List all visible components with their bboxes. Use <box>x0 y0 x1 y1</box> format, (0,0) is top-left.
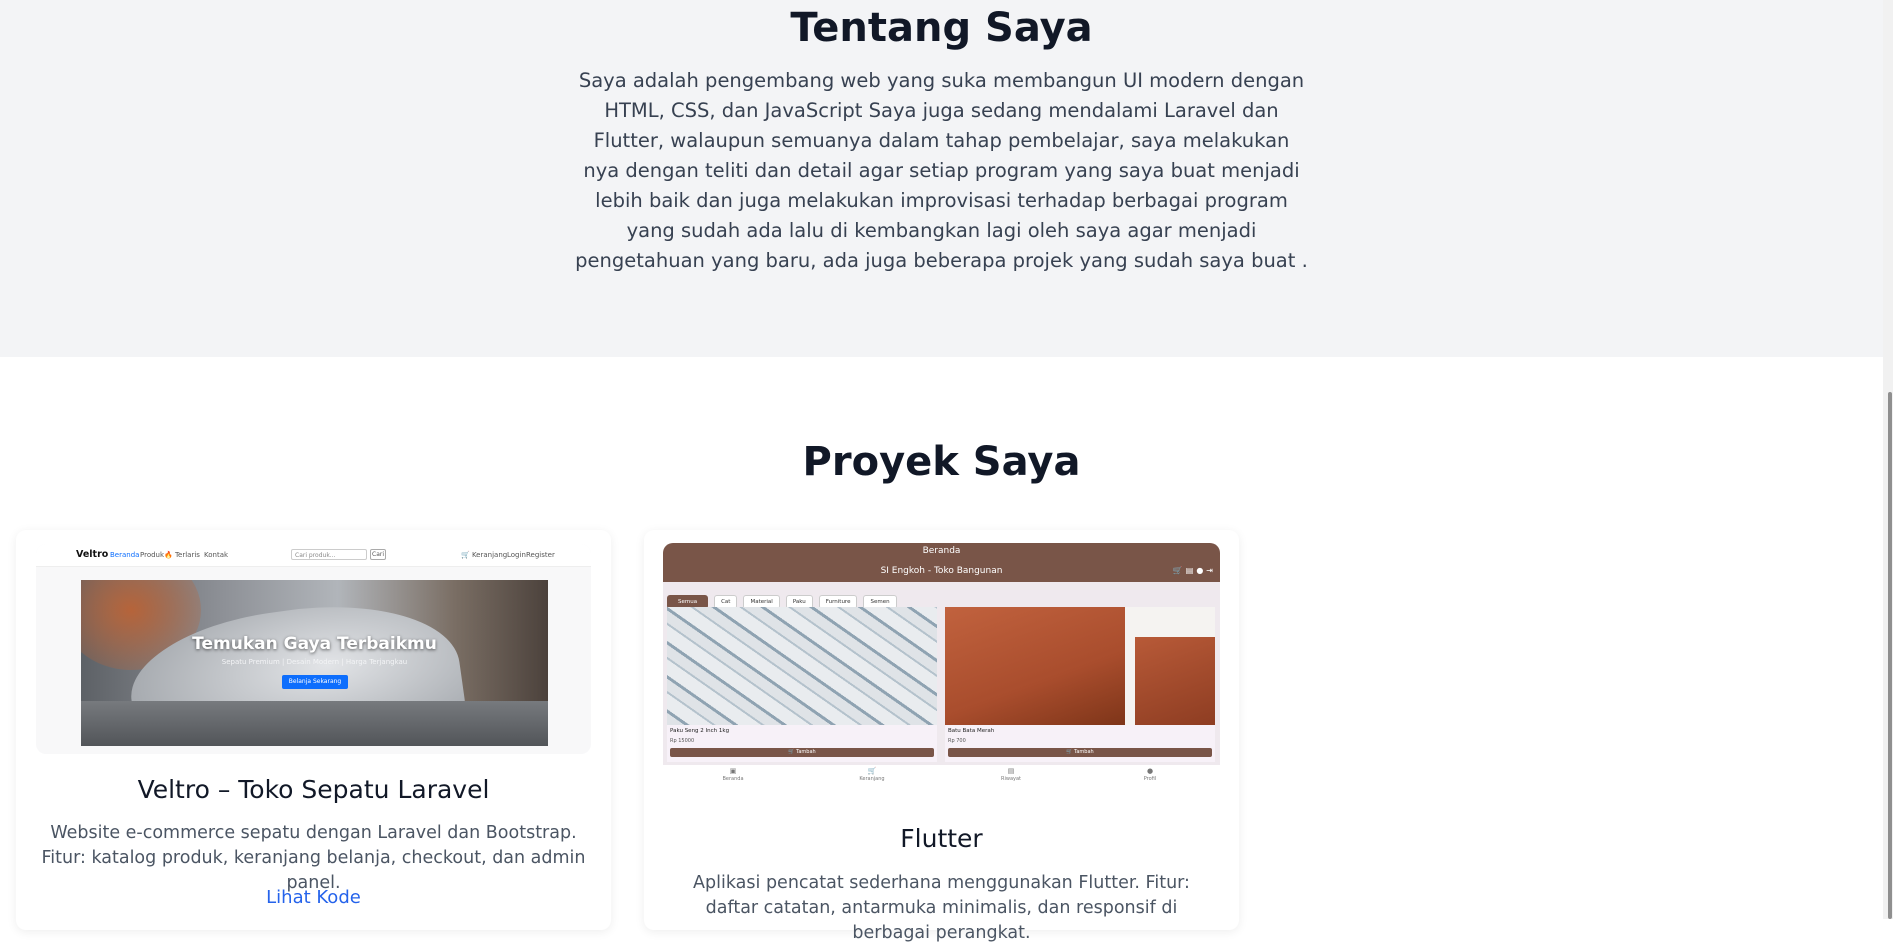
brick-image <box>945 607 1215 725</box>
product-name: Batu Bata Merah <box>948 728 995 734</box>
product-tile: Batu Bata Merah Rp 700 🛒 Tambah <box>945 607 1215 762</box>
veltro-nav-right: 🛒 Keranjang <box>461 551 508 559</box>
history-icon: ▤ <box>1007 767 1015 775</box>
cart-icon: 🛒 <box>1172 566 1186 575</box>
project-title: Veltro – Toko Sepatu Laravel <box>137 775 490 804</box>
veltro-nav-right: Login <box>507 551 526 559</box>
veltro-nav-item: 🔥 Terlaris <box>164 551 200 559</box>
nails-image <box>667 607 937 725</box>
veltro-screenshot: Veltro Beranda Produk 🔥 Terlaris Kontak … <box>36 544 591 754</box>
product-price: Rp 700 <box>948 738 966 744</box>
veltro-hero-button: Belanja Sekarang <box>282 675 348 689</box>
appbar-icons: 🛒▤●⇥ <box>1173 566 1216 575</box>
project-card-veltro: Veltro Beranda Produk 🔥 Terlaris Kontak … <box>16 530 611 930</box>
flutter-screenshot: Beranda SI Engkoh - Toko Bangunan 🛒▤●⇥ S… <box>663 543 1220 786</box>
bottom-nav-item: Keranjang <box>859 776 885 782</box>
about-text: Saya adalah pengembang web yang suka mem… <box>575 69 1308 272</box>
page-scrollbar[interactable] <box>1883 0 1893 919</box>
history-icon: ▤ <box>1185 566 1197 575</box>
veltro-nav-item: Produk <box>140 551 165 559</box>
add-button: 🛒 Tambah <box>948 748 1212 757</box>
flutter-app-title: SI Engkoh - Toko Bangunan <box>880 566 1003 576</box>
veltro-hero-title: Temukan Gaya Terbaikmu <box>192 634 437 654</box>
veltro-nav-right: Register <box>526 551 555 559</box>
veltro-navbar: Veltro Beranda Produk 🔥 Terlaris Kontak … <box>36 544 591 567</box>
logout-icon: ⇥ <box>1206 566 1216 575</box>
cart-icon: 🛒 <box>867 767 877 775</box>
veltro-search-input: Cari produk... <box>291 549 367 560</box>
veltro-hero-subtitle: Sepatu Premium | Desain Modern | Harga T… <box>221 658 408 666</box>
veltro-nav-item: Kontak <box>204 551 229 559</box>
about-section: Tentang Saya Saya adalah pengembang web … <box>0 0 1893 357</box>
scrollbar-thumb[interactable] <box>1888 392 1892 919</box>
project-title: Flutter <box>900 824 983 853</box>
projects-title: Proyek Saya <box>802 439 1081 485</box>
veltro-hero-image: Temukan Gaya Terbaikmu Sepatu Premium | … <box>81 580 548 746</box>
product-name: Paku Seng 2 Inch 1kg <box>670 728 730 734</box>
veltro-nav-item: Beranda <box>110 551 140 559</box>
bottom-nav-item: Riwayat <box>1001 776 1021 782</box>
person-icon: ● <box>1196 566 1207 575</box>
person-icon: ● <box>1146 767 1154 775</box>
veltro-search-button: Cari <box>370 549 386 560</box>
flutter-bottom-nav: ▣ Beranda 🛒 Keranjang ▤ Riwayat ● Profil <box>663 765 1220 786</box>
add-button: 🛒 Tambah <box>670 748 934 757</box>
flutter-top-title: Beranda <box>922 546 961 556</box>
bottom-nav-item: Profil <box>1143 776 1157 782</box>
bottom-nav-item: Beranda <box>722 776 744 782</box>
product-price: Rp 15000 <box>670 738 695 744</box>
veltro-brand: Veltro <box>76 549 109 560</box>
home-icon: ▣ <box>729 767 737 775</box>
flutter-appbar: Beranda SI Engkoh - Toko Bangunan 🛒▤●⇥ <box>663 543 1220 582</box>
about-title: Tentang Saya <box>790 5 1093 51</box>
view-code-link[interactable]: Lihat Kode <box>16 885 611 911</box>
project-description: Aplikasi pencatat sederhana menggunakan … <box>693 873 1190 943</box>
product-tile: Paku Seng 2 Inch 1kg Rp 15000 🛒 Tambah <box>667 607 937 762</box>
project-card-flutter: Beranda SI Engkoh - Toko Bangunan 🛒▤●⇥ S… <box>644 530 1239 943</box>
category-chips: Semua Cat Material Paku Furniture Semen <box>667 588 903 609</box>
